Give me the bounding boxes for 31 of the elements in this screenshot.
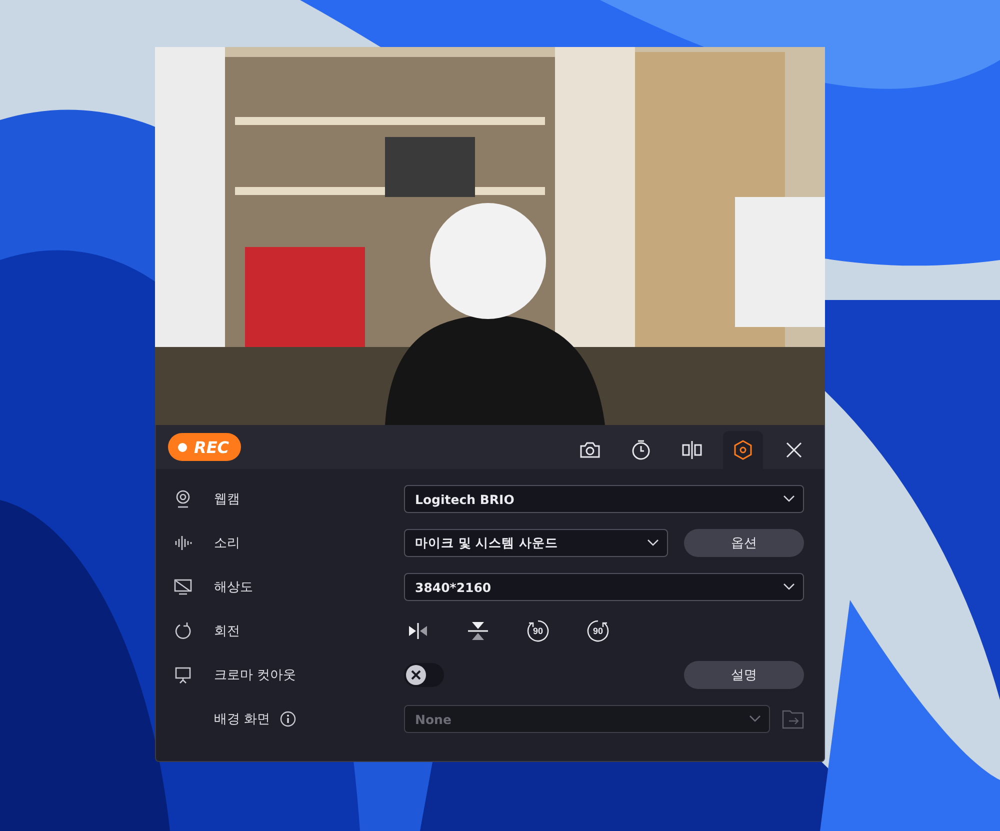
chevron-icon [783,495,795,503]
settings-icon [732,439,754,461]
screen-icon [174,666,192,684]
chevron-icon [749,715,761,723]
explain-button[interactable]: 설명 [684,661,804,689]
dropdown[interactable]: Logitech BRIO [404,485,804,513]
webcam-icon [174,490,192,508]
chevron-icon [783,583,795,591]
setting-label: 소리 [214,535,240,552]
sound-wave-icon [174,534,192,552]
setting-label: 크로마 컷아웃 [214,667,296,684]
setting-label: 해상도 [214,579,253,596]
setting-label: 회전 [214,623,240,640]
chevron-icon [647,539,659,547]
monitor-icon [174,578,192,596]
split-icon [681,439,703,461]
setting-label: 웹캠 [214,491,240,508]
dropdown[interactable]: 마이크 및 시스템 사운드 [404,529,668,557]
flip-vertical-button[interactable] [466,619,490,643]
rotate-icon [174,622,192,640]
folder-icon[interactable] [782,709,804,729]
rotate-left-button[interactable]: 90 [526,619,550,643]
x-icon [411,670,421,680]
rotate-right-button[interactable]: 90 [586,619,610,643]
toggle-switch[interactable] [404,663,444,687]
options-button[interactable]: 옵션 [684,529,804,557]
timer-icon [630,439,652,461]
info-icon[interactable] [280,711,296,727]
settings-tab[interactable] [723,431,763,469]
setting-label: 배경 화면 [214,711,270,728]
dropdown[interactable]: 3840*2160 [404,573,804,601]
